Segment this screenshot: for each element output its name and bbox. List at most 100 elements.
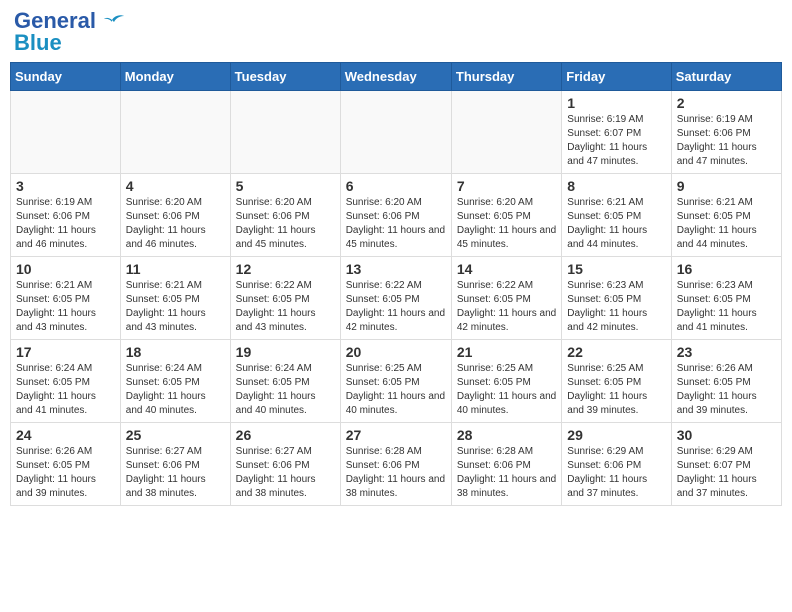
day-cell-4: 4 Sunrise: 6:20 AM Sunset: 6:06 PM Daylig… xyxy=(120,174,230,257)
day-info: Sunrise: 6:22 AM Sunset: 6:05 PM Dayligh… xyxy=(236,279,335,335)
day-info: Sunrise: 6:23 AM Sunset: 6:05 PM Dayligh… xyxy=(567,279,665,335)
day-info: Sunrise: 6:25 AM Sunset: 6:05 PM Dayligh… xyxy=(567,362,665,418)
empty-cell xyxy=(11,91,121,174)
calendar-header-row: SundayMondayTuesdayWednesdayThursdayFrid… xyxy=(11,63,782,91)
day-number: 27 xyxy=(346,427,446,443)
day-number: 21 xyxy=(457,344,556,360)
day-info: Sunrise: 6:27 AM Sunset: 6:06 PM Dayligh… xyxy=(126,445,225,501)
day-cell-28: 28 Sunrise: 6:28 AM Sunset: 6:06 PM Dayli… xyxy=(451,423,561,506)
day-info: Sunrise: 6:28 AM Sunset: 6:06 PM Dayligh… xyxy=(457,445,556,501)
logo-bird-icon xyxy=(98,12,126,34)
day-info: Sunrise: 6:24 AM Sunset: 6:05 PM Dayligh… xyxy=(16,362,115,418)
day-cell-15: 15 Sunrise: 6:23 AM Sunset: 6:05 PM Dayli… xyxy=(562,257,671,340)
day-info: Sunrise: 6:22 AM Sunset: 6:05 PM Dayligh… xyxy=(346,279,446,335)
day-info: Sunrise: 6:24 AM Sunset: 6:05 PM Dayligh… xyxy=(126,362,225,418)
empty-cell xyxy=(340,91,451,174)
day-cell-24: 24 Sunrise: 6:26 AM Sunset: 6:05 PM Dayli… xyxy=(11,423,121,506)
day-cell-26: 26Sunrise: 6:27 AM Sunset: 6:06 PM Dayli… xyxy=(230,423,340,506)
week-row-3: 10 Sunrise: 6:21 AM Sunset: 6:05 PM Dayli… xyxy=(11,257,782,340)
day-info: Sunrise: 6:28 AM Sunset: 6:06 PM Dayligh… xyxy=(346,445,446,501)
day-cell-23: 23 Sunrise: 6:26 AM Sunset: 6:05 PM Dayli… xyxy=(671,340,781,423)
day-info: Sunrise: 6:20 AM Sunset: 6:06 PM Dayligh… xyxy=(126,196,225,252)
day-info: Sunrise: 6:20 AM Sunset: 6:05 PM Dayligh… xyxy=(457,196,556,252)
day-cell-3: 3 Sunrise: 6:19 AM Sunset: 6:06 PM Daylig… xyxy=(11,174,121,257)
day-info: Sunrise: 6:29 AM Sunset: 6:06 PM Dayligh… xyxy=(567,445,665,501)
day-info: Sunrise: 6:20 AM Sunset: 6:06 PM Dayligh… xyxy=(346,196,446,252)
day-info: Sunrise: 6:19 AM Sunset: 6:06 PM Dayligh… xyxy=(677,113,776,169)
day-cell-14: 14Sunrise: 6:22 AM Sunset: 6:05 PM Dayli… xyxy=(451,257,561,340)
day-number: 9 xyxy=(677,178,776,194)
day-cell-13: 13 Sunrise: 6:22 AM Sunset: 6:05 PM Dayli… xyxy=(340,257,451,340)
empty-cell xyxy=(230,91,340,174)
logo-text: GeneralBlue xyxy=(14,10,96,54)
day-info: Sunrise: 6:23 AM Sunset: 6:05 PM Dayligh… xyxy=(677,279,776,335)
day-number: 5 xyxy=(236,178,335,194)
day-number: 1 xyxy=(567,95,665,111)
day-number: 24 xyxy=(16,427,115,443)
day-cell-1: 1 Sunrise: 6:19 AM Sunset: 6:07 PM Daylig… xyxy=(562,91,671,174)
day-info: Sunrise: 6:21 AM Sunset: 6:05 PM Dayligh… xyxy=(677,196,776,252)
day-number: 26 xyxy=(236,427,335,443)
day-number: 20 xyxy=(346,344,446,360)
day-cell-17: 17Sunrise: 6:24 AM Sunset: 6:05 PM Dayli… xyxy=(11,340,121,423)
day-number: 19 xyxy=(236,344,335,360)
day-number: 28 xyxy=(457,427,556,443)
day-number: 15 xyxy=(567,261,665,277)
col-header-saturday: Saturday xyxy=(671,63,781,91)
day-info: Sunrise: 6:21 AM Sunset: 6:05 PM Dayligh… xyxy=(126,279,225,335)
day-number: 11 xyxy=(126,261,225,277)
day-number: 22 xyxy=(567,344,665,360)
col-header-tuesday: Tuesday xyxy=(230,63,340,91)
day-info: Sunrise: 6:26 AM Sunset: 6:05 PM Dayligh… xyxy=(677,362,776,418)
week-row-4: 17Sunrise: 6:24 AM Sunset: 6:05 PM Dayli… xyxy=(11,340,782,423)
col-header-monday: Monday xyxy=(120,63,230,91)
day-number: 23 xyxy=(677,344,776,360)
page-header: GeneralBlue xyxy=(10,10,782,54)
day-info: Sunrise: 6:21 AM Sunset: 6:05 PM Dayligh… xyxy=(16,279,115,335)
day-number: 29 xyxy=(567,427,665,443)
empty-cell xyxy=(120,91,230,174)
day-info: Sunrise: 6:19 AM Sunset: 6:06 PM Dayligh… xyxy=(16,196,115,252)
calendar-table: SundayMondayTuesdayWednesdayThursdayFrid… xyxy=(10,62,782,506)
day-info: Sunrise: 6:25 AM Sunset: 6:05 PM Dayligh… xyxy=(346,362,446,418)
day-number: 16 xyxy=(677,261,776,277)
day-cell-16: 16 Sunrise: 6:23 AM Sunset: 6:05 PM Dayli… xyxy=(671,257,781,340)
day-cell-5: 5 Sunrise: 6:20 AM Sunset: 6:06 PM Daylig… xyxy=(230,174,340,257)
day-cell-8: 8 Sunrise: 6:21 AM Sunset: 6:05 PM Daylig… xyxy=(562,174,671,257)
day-number: 30 xyxy=(677,427,776,443)
day-cell-7: 7Sunrise: 6:20 AM Sunset: 6:05 PM Daylig… xyxy=(451,174,561,257)
day-number: 6 xyxy=(346,178,446,194)
day-number: 8 xyxy=(567,178,665,194)
day-cell-2: 2Sunrise: 6:19 AM Sunset: 6:06 PM Daylig… xyxy=(671,91,781,174)
day-number: 12 xyxy=(236,261,335,277)
day-cell-29: 29 Sunrise: 6:29 AM Sunset: 6:06 PM Dayli… xyxy=(562,423,671,506)
empty-cell xyxy=(451,91,561,174)
day-number: 3 xyxy=(16,178,115,194)
day-info: Sunrise: 6:19 AM Sunset: 6:07 PM Dayligh… xyxy=(567,113,665,169)
logo-blue-text: Blue xyxy=(14,30,62,55)
day-cell-12: 12 Sunrise: 6:22 AM Sunset: 6:05 PM Dayli… xyxy=(230,257,340,340)
day-cell-22: 22 Sunrise: 6:25 AM Sunset: 6:05 PM Dayli… xyxy=(562,340,671,423)
day-number: 10 xyxy=(16,261,115,277)
day-info: Sunrise: 6:29 AM Sunset: 6:07 PM Dayligh… xyxy=(677,445,776,501)
logo: GeneralBlue xyxy=(14,10,126,54)
day-cell-11: 11 Sunrise: 6:21 AM Sunset: 6:05 PM Dayli… xyxy=(120,257,230,340)
week-row-5: 24 Sunrise: 6:26 AM Sunset: 6:05 PM Dayli… xyxy=(11,423,782,506)
day-number: 4 xyxy=(126,178,225,194)
day-info: Sunrise: 6:22 AM Sunset: 6:05 PM Dayligh… xyxy=(457,279,556,335)
day-info: Sunrise: 6:21 AM Sunset: 6:05 PM Dayligh… xyxy=(567,196,665,252)
day-info: Sunrise: 6:26 AM Sunset: 6:05 PM Dayligh… xyxy=(16,445,115,501)
col-header-sunday: Sunday xyxy=(11,63,121,91)
day-number: 13 xyxy=(346,261,446,277)
week-row-1: 1 Sunrise: 6:19 AM Sunset: 6:07 PM Daylig… xyxy=(11,91,782,174)
day-cell-30: 30 Sunrise: 6:29 AM Sunset: 6:07 PM Dayli… xyxy=(671,423,781,506)
col-header-wednesday: Wednesday xyxy=(340,63,451,91)
day-info: Sunrise: 6:20 AM Sunset: 6:06 PM Dayligh… xyxy=(236,196,335,252)
day-cell-25: 25 Sunrise: 6:27 AM Sunset: 6:06 PM Dayli… xyxy=(120,423,230,506)
day-cell-27: 27 Sunrise: 6:28 AM Sunset: 6:06 PM Dayli… xyxy=(340,423,451,506)
day-info: Sunrise: 6:25 AM Sunset: 6:05 PM Dayligh… xyxy=(457,362,556,418)
col-header-thursday: Thursday xyxy=(451,63,561,91)
day-cell-9: 9 Sunrise: 6:21 AM Sunset: 6:05 PM Daylig… xyxy=(671,174,781,257)
day-number: 25 xyxy=(126,427,225,443)
day-cell-20: 20 Sunrise: 6:25 AM Sunset: 6:05 PM Dayli… xyxy=(340,340,451,423)
